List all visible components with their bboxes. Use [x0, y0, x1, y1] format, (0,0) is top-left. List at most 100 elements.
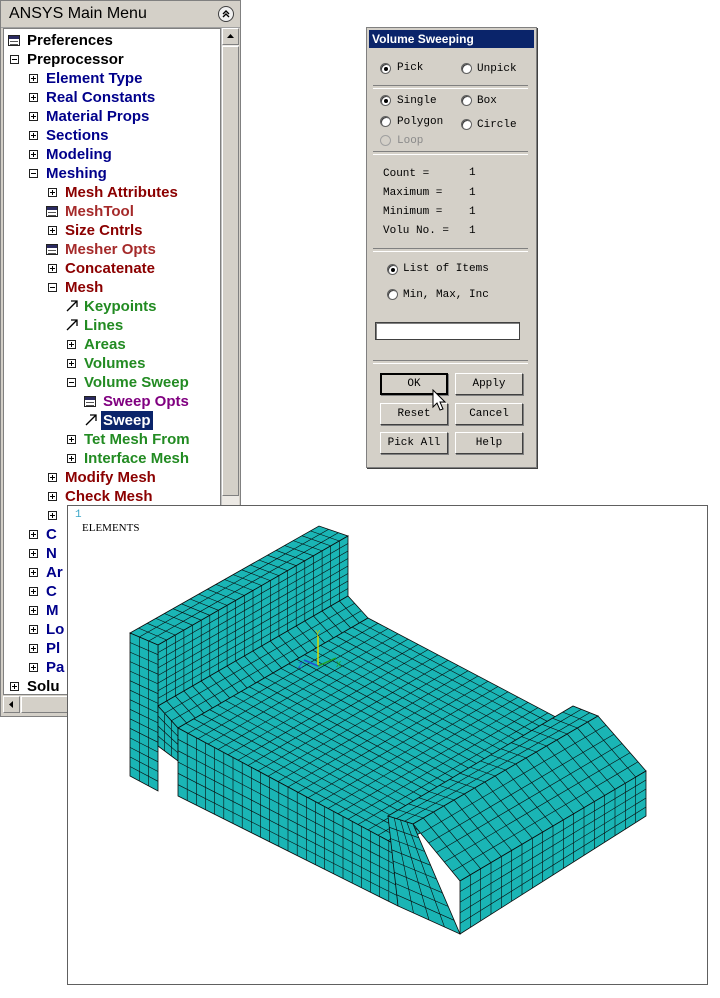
box-label: Box — [477, 95, 497, 107]
window-icon[interactable] — [8, 35, 20, 46]
menu-item-label: Pa — [46, 659, 65, 676]
expand-icon[interactable] — [29, 663, 38, 672]
menu-item-label: Mesh Attributes — [65, 184, 178, 201]
menu-item-label: Areas — [84, 336, 126, 353]
pick-entry-field[interactable] — [375, 322, 520, 340]
expand-icon[interactable] — [29, 568, 38, 577]
menu-item-label: Ar — [46, 564, 63, 581]
collapse-menu-button[interactable] — [218, 6, 234, 22]
circle-label: Circle — [477, 119, 517, 131]
collapse-icon[interactable] — [48, 283, 57, 292]
expand-icon[interactable] — [29, 131, 38, 140]
single-radio[interactable] — [380, 95, 391, 106]
dialog-title-bar[interactable]: Volume Sweeping — [369, 30, 534, 48]
expand-icon[interactable] — [29, 625, 38, 634]
maximum-label: Maximum = — [383, 187, 443, 199]
loop-label: Loop — [397, 135, 424, 147]
expand-icon[interactable] — [29, 587, 38, 596]
menu-item-label: Interface Mesh — [84, 450, 190, 467]
pick-arrow-icon[interactable] — [65, 318, 79, 332]
menu-item-label: Keypoints — [84, 298, 157, 315]
minimum-label: Minimum = — [383, 206, 443, 218]
dialog-title: Volume Sweeping — [372, 32, 474, 46]
menu-item-label: Element Type — [46, 70, 143, 87]
menu-item-label: Sections — [46, 127, 109, 144]
min-max-inc-radio[interactable] — [387, 289, 398, 300]
unpick-radio[interactable] — [461, 63, 472, 74]
expand-icon[interactable] — [48, 264, 57, 273]
menu-item-label: Volume Sweep — [84, 374, 189, 391]
x-axis-label: X — [336, 660, 342, 669]
menu-item-label: Modeling — [46, 146, 112, 163]
menu-item-label: Mesher Opts — [65, 241, 156, 258]
scroll-left-arrow-icon — [9, 701, 13, 708]
expand-icon[interactable] — [10, 682, 19, 691]
apply-button[interactable]: Apply — [455, 373, 523, 395]
menu-item-label: C — [46, 583, 57, 600]
menu-item-label: N — [46, 545, 57, 562]
menu-item-label: Solu — [27, 678, 60, 695]
menu-item-label: M — [46, 602, 59, 619]
expand-icon[interactable] — [29, 644, 38, 653]
pick-all-button[interactable]: Pick All — [380, 432, 448, 454]
window-icon[interactable] — [46, 244, 58, 255]
expand-icon[interactable] — [67, 340, 76, 349]
expand-icon[interactable] — [29, 549, 38, 558]
polygon-label: Polygon — [397, 116, 444, 128]
pick-arrow-icon[interactable] — [65, 299, 79, 313]
menu-item-label: Lines — [84, 317, 124, 334]
menu-item-label: Sweep — [101, 411, 153, 430]
pick-radio[interactable] — [380, 63, 391, 74]
separator — [373, 151, 528, 155]
loop-radio — [380, 135, 391, 146]
help-button[interactable]: Help — [455, 432, 523, 454]
expand-icon[interactable] — [48, 511, 57, 520]
collapse-icon[interactable] — [29, 169, 38, 178]
graphics-window[interactable]: 1 ELEMENTS Y X Z — [67, 505, 708, 985]
scroll-left-button[interactable] — [3, 696, 20, 713]
mesh-plot[interactable]: Y X Z — [68, 506, 707, 984]
back-wall-end-face — [129, 632, 159, 792]
expand-icon[interactable] — [29, 530, 38, 539]
y-axis-label: Y — [315, 629, 321, 638]
double-chevron-up-icon — [222, 10, 230, 18]
expand-icon[interactable] — [48, 473, 57, 482]
expand-icon[interactable] — [67, 359, 76, 368]
expand-icon[interactable] — [67, 435, 76, 444]
vertical-scroll-thumb[interactable] — [222, 46, 239, 496]
window-icon[interactable] — [46, 206, 58, 217]
collapse-icon[interactable] — [10, 55, 19, 64]
expand-icon[interactable] — [67, 454, 76, 463]
menu-item-label: Concatenate — [65, 260, 156, 277]
circle-radio[interactable] — [461, 119, 472, 130]
list-of-items-radio[interactable] — [387, 264, 398, 275]
volu-no-value: 1 — [469, 225, 476, 237]
menu-item-label: MeshTool — [65, 203, 134, 220]
expand-icon[interactable] — [48, 226, 57, 235]
expand-icon[interactable] — [48, 188, 57, 197]
separator — [373, 360, 528, 364]
mouse-pointer-icon — [432, 389, 447, 411]
expand-icon[interactable] — [48, 492, 57, 501]
main-menu-title-bar: ANSYS Main Menu — [1, 1, 240, 28]
box-radio[interactable] — [461, 95, 472, 106]
count-label: Count = — [383, 168, 430, 180]
collapse-icon[interactable] — [67, 378, 76, 387]
scroll-up-button[interactable] — [222, 28, 239, 45]
separator — [373, 85, 528, 89]
mesh-face-outline — [129, 632, 159, 792]
expand-icon[interactable] — [29, 606, 38, 615]
unpick-label: Unpick — [477, 63, 517, 75]
menu-item-label: Lo — [46, 621, 65, 638]
expand-icon[interactable] — [29, 93, 38, 102]
pick-arrow-icon[interactable] — [84, 413, 98, 427]
main-menu-title: ANSYS Main Menu — [9, 5, 147, 22]
pick-label: Pick — [397, 62, 424, 74]
window-icon[interactable] — [84, 396, 96, 407]
expand-icon[interactable] — [29, 112, 38, 121]
polygon-radio[interactable] — [380, 116, 391, 127]
cancel-button[interactable]: Cancel — [455, 403, 523, 425]
expand-icon[interactable] — [29, 74, 38, 83]
menu-item-label: Sweep Opts — [103, 393, 189, 410]
expand-icon[interactable] — [29, 150, 38, 159]
